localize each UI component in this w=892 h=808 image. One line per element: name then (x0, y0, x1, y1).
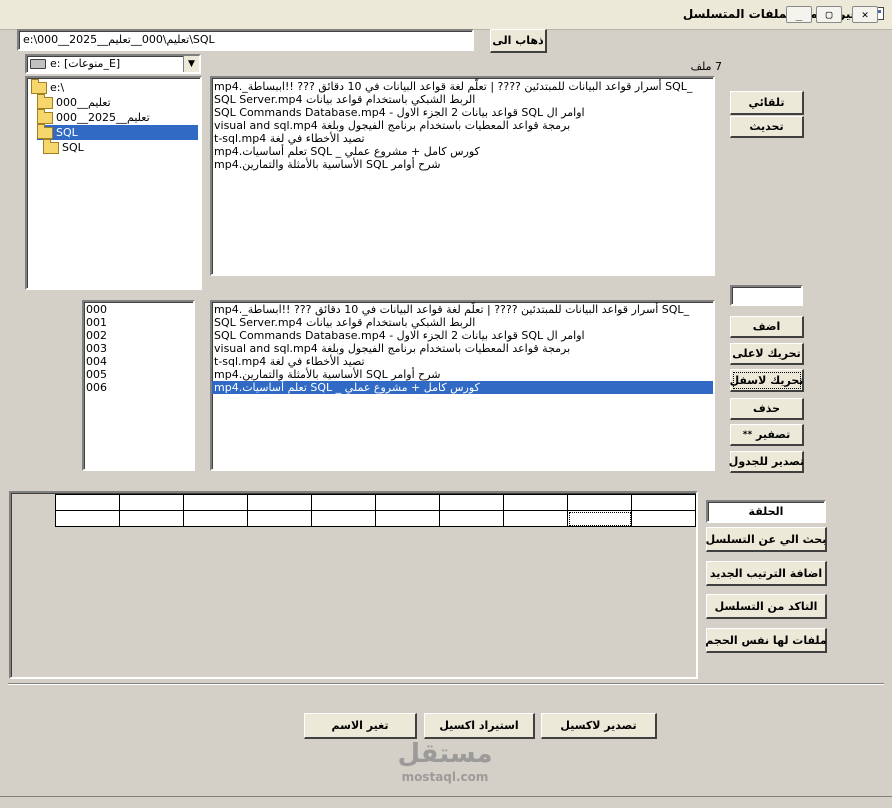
list-item[interactable]: 003 (84, 342, 193, 355)
drive-selected-value: e: [منوعات_E] (50, 57, 121, 70)
reset-button[interactable]: تصفير ** (730, 424, 804, 446)
list-item[interactable]: تصيد الأخطاء في لغة t-sql.mp4 (212, 132, 713, 145)
grid-cell[interactable] (631, 510, 696, 527)
delete-button[interactable]: حذف (730, 398, 804, 420)
drive-icon (30, 59, 46, 69)
grid-cell[interactable] (183, 510, 248, 527)
list-item[interactable]: _SQL أسرار قواعد البيانات للمبتدئين ????… (212, 303, 713, 316)
list-item[interactable]: 006 (84, 381, 193, 394)
grid-cell[interactable] (119, 494, 184, 511)
reset-label: تصفير (756, 428, 791, 441)
sequence-number-list[interactable]: 000 001 002 003 004 005 006 (82, 300, 195, 471)
asterisk-icon: ** (742, 429, 753, 440)
folder-open-icon (31, 78, 47, 94)
auto-button[interactable]: تلقائي (730, 91, 804, 115)
search-sequence-button[interactable]: بحث الي عن التسلسل (706, 527, 827, 552)
list-item[interactable]: برمجة قواعد المعطيات باستخدام برنامج الف… (212, 342, 713, 355)
list-item[interactable]: تصيد الأخطاء في لغة t-sql.mp4 (212, 355, 713, 368)
file-list[interactable]: _SQL أسرار قواعد البيانات للمبتدئين ????… (210, 76, 715, 276)
export-table-button[interactable]: تصدير للجدول (729, 451, 804, 473)
title-bar: تغير اسماء الملفات المتسلسل _ ▢ ✕ (0, 0, 892, 30)
list-item[interactable]: كورس كامل + مشروع عملي _ SQL تعلم أساسيا… (212, 145, 713, 158)
grid-cell[interactable] (375, 494, 440, 511)
verify-sequence-button[interactable]: التاكد من التسلسل (706, 594, 827, 619)
close-button[interactable]: ✕ (852, 6, 878, 23)
directory-tree[interactable]: e:\ 000__تعليم 000__2025__تعليم SQL SQL (25, 76, 202, 290)
folder-icon (43, 138, 59, 154)
list-item[interactable]: برمجة قواعد المعطيات باستخدام برنامج الف… (212, 119, 713, 132)
number-input[interactable] (730, 285, 803, 306)
grid-cell[interactable] (311, 494, 376, 511)
import-excel-button[interactable]: استيراد اكسيل (424, 713, 535, 739)
list-item[interactable]: اوامر ال SQL قواعد بيانات 2 الجزء الاول … (212, 329, 713, 342)
grid-cell[interactable] (247, 510, 312, 527)
grid-cell[interactable] (183, 494, 248, 511)
grid-cell-focused[interactable] (567, 510, 632, 527)
go-to-button[interactable]: ذهاب الى (490, 29, 547, 53)
tree-item-root[interactable]: e:\ (31, 78, 64, 95)
tree-item-folder[interactable]: 000__2025__تعليم (37, 108, 150, 125)
grid-cell[interactable] (55, 494, 120, 511)
grid-cell[interactable] (631, 494, 696, 511)
move-down-button[interactable]: تحريك لاسفل (730, 369, 804, 392)
add-button[interactable]: اضف (730, 316, 804, 338)
export-excel-button[interactable]: تصدير لاكسيل (541, 713, 657, 739)
maximize-button[interactable]: ▢ (816, 6, 842, 23)
list-item[interactable]: 004 (84, 355, 193, 368)
list-item[interactable]: _SQL أسرار قواعد البيانات للمبتدئين ????… (212, 80, 713, 93)
file-count-label: 7 ملف (690, 60, 722, 73)
chevron-down-icon[interactable]: ▼ (183, 56, 199, 72)
list-item[interactable]: الربط الشبكي باستخدام قواعد بيانات SQL S… (212, 316, 713, 329)
divider (8, 683, 884, 685)
add-new-order-button[interactable]: اضافة الترتيب الجديد (706, 561, 827, 586)
list-item[interactable]: شرح أوامر SQL الأساسية بالأمثلة والتماري… (212, 158, 713, 171)
grid-cell[interactable] (119, 510, 184, 527)
refresh-button[interactable]: تحديث (730, 116, 804, 138)
grid-cell[interactable] (503, 494, 568, 511)
status-strip (0, 796, 892, 808)
folder-open-icon (37, 108, 53, 124)
grid-cell[interactable] (55, 510, 120, 527)
minimize-button[interactable]: _ (786, 6, 812, 23)
list-item[interactable]: اوامر ال SQL قواعد بيانات 2 الجزء الاول … (212, 106, 713, 119)
watermark-arabic: مستقل (397, 739, 493, 769)
path-input[interactable]: e:\000__2025__تعليم\000__تعليم\SQL (17, 29, 474, 51)
loop-field[interactable]: الحلقة (706, 500, 826, 523)
folder-open-icon (37, 93, 53, 109)
grid-cell[interactable] (439, 494, 504, 511)
drive-select[interactable]: e: [منوعات_E] ▼ (25, 54, 201, 74)
grid-cell[interactable] (247, 494, 312, 511)
grid-cell[interactable] (439, 510, 504, 527)
list-item[interactable]: 001 (84, 316, 193, 329)
grid-cell[interactable] (567, 494, 632, 511)
sequence-grid-panel[interactable] (9, 491, 698, 679)
order-list[interactable]: _SQL أسرار قواعد البيانات للمبتدئين ????… (210, 300, 715, 471)
list-item[interactable]: 002 (84, 329, 193, 342)
tree-item-selected[interactable]: SQL (37, 123, 198, 140)
sequence-grid[interactable] (55, 494, 696, 527)
list-item[interactable]: 000 (84, 303, 193, 316)
tree-item-folder[interactable]: SQL (43, 138, 84, 155)
watermark-latin: mostaql.com (401, 770, 489, 784)
list-item[interactable]: 005 (84, 368, 193, 381)
tree-item-folder[interactable]: 000__تعليم (37, 93, 111, 110)
grid-cell[interactable] (375, 510, 440, 527)
watermark-logo: مستقل mostaql.com (385, 738, 505, 790)
folder-open-icon (37, 123, 53, 139)
list-item-selected[interactable]: كورس كامل + مشروع عملي _ SQL تعلم أساسيا… (212, 381, 713, 394)
rename-button[interactable]: تغير الاسم (304, 713, 417, 739)
move-up-button[interactable]: تحريك لاعلى (730, 343, 804, 365)
grid-cell[interactable] (311, 510, 376, 527)
list-item[interactable]: الربط الشبكي باستخدام قواعد بيانات SQL S… (212, 93, 713, 106)
same-size-files-button[interactable]: ملفات لها نفس الحجم (705, 628, 827, 653)
list-item[interactable]: شرح أوامر SQL الأساسية بالأمثلة والتماري… (212, 368, 713, 381)
grid-cell[interactable] (503, 510, 568, 527)
